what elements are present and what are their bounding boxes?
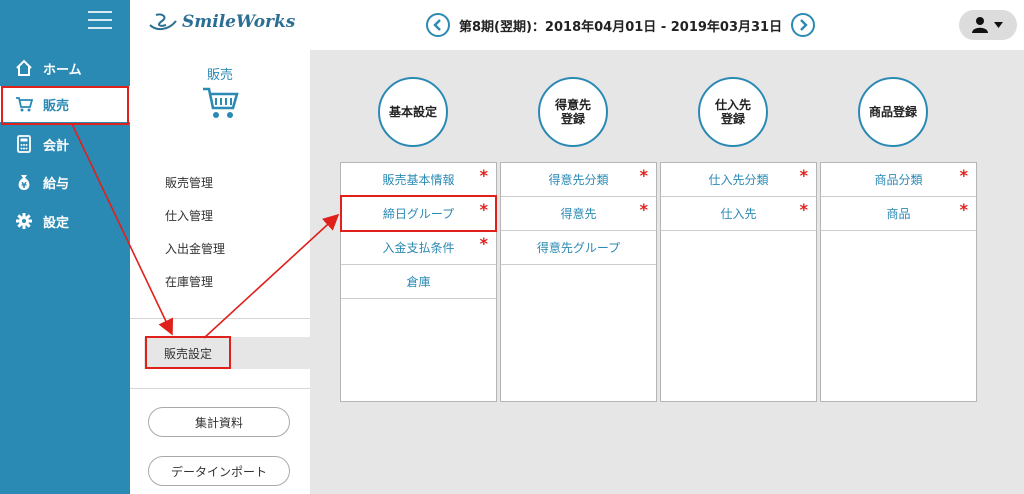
nav-item-label: ホーム bbox=[43, 62, 82, 78]
cart-icon bbox=[202, 86, 240, 124]
row-customer[interactable]: 得意先 * bbox=[501, 197, 656, 231]
nav-item-payroll[interactable]: ¥ 給与 bbox=[0, 164, 130, 200]
supplier-registration-column: 仕入先分類 * 仕入先 * bbox=[660, 162, 817, 402]
row-label: 商品 bbox=[886, 207, 911, 221]
nav-item-accounting[interactable]: 会計 bbox=[0, 126, 130, 162]
submenu-item-sales-management[interactable]: 販売管理 bbox=[165, 174, 213, 191]
customer-registration-column: 得意先分類 * 得意先 * 得意先グループ bbox=[500, 162, 657, 402]
nav-item-label: 設定 bbox=[43, 215, 70, 231]
left-navigation: ホーム 販売 会計 ¥ 給与 設定 bbox=[0, 0, 130, 494]
row-closing-date-group[interactable]: 締日グループ * bbox=[341, 197, 496, 231]
divider bbox=[130, 388, 310, 389]
next-period-button[interactable] bbox=[791, 13, 816, 37]
chevron-left-icon bbox=[433, 19, 441, 31]
required-mark: * bbox=[479, 200, 488, 219]
row-label: 販売基本情報 bbox=[382, 173, 455, 187]
row-label: 得意先 bbox=[560, 207, 597, 221]
calculator-icon bbox=[14, 134, 34, 154]
required-mark: * bbox=[799, 166, 808, 185]
row-label: 商品分類 bbox=[874, 173, 923, 187]
cart-icon bbox=[14, 94, 34, 114]
smileworks-logo[interactable]: SmileWorks bbox=[148, 11, 295, 33]
required-mark: * bbox=[479, 166, 488, 185]
row-product[interactable]: 商品 * bbox=[821, 197, 976, 231]
home-icon bbox=[14, 58, 34, 78]
category-customer-registration: 得意先 登録 bbox=[538, 77, 608, 147]
fiscal-period-selector: 第8期(翌期)：2018年04月01日 - 2019年03月31日 bbox=[426, 13, 816, 37]
user-menu-button[interactable] bbox=[959, 10, 1017, 40]
basic-settings-column: 販売基本情報 * 締日グループ * 入金支払条件 * 倉庫 bbox=[340, 162, 497, 402]
row-supplier[interactable]: 仕入先 * bbox=[661, 197, 816, 231]
row-supplier-category[interactable]: 仕入先分類 * bbox=[661, 163, 816, 197]
nav-item-label: 給与 bbox=[43, 176, 70, 192]
previous-period-button[interactable] bbox=[426, 13, 450, 37]
top-bar: SmileWorks 第8期(翌期)：2018年04月01日 - 2019年03… bbox=[130, 0, 1024, 50]
settings-main-area: 基本設定 販売基本情報 * 締日グループ * 入金支払条件 * 倉庫 得意先 登… bbox=[310, 50, 1024, 494]
svg-text:¥: ¥ bbox=[21, 181, 27, 190]
row-warehouse[interactable]: 倉庫 bbox=[341, 265, 496, 299]
category-supplier-registration: 仕入先 登録 bbox=[698, 77, 768, 147]
submenu-item-purchase-management[interactable]: 仕入管理 bbox=[165, 207, 213, 224]
row-label: 仕入先分類 bbox=[708, 173, 769, 187]
divider bbox=[130, 318, 310, 319]
submenu-item-cash-management[interactable]: 入出金管理 bbox=[165, 240, 225, 257]
product-registration-column: 商品分類 * 商品 * bbox=[820, 162, 977, 402]
nav-item-label: 販売 bbox=[43, 98, 70, 114]
fiscal-period-text: 第8期(翌期)：2018年04月01日 - 2019年03月31日 bbox=[459, 19, 783, 35]
nav-item-sales[interactable]: 販売 bbox=[0, 86, 130, 122]
nav-item-label: 会計 bbox=[43, 138, 70, 154]
nav-item-settings[interactable]: 設定 bbox=[0, 203, 130, 239]
category-title: 基本設定 bbox=[388, 105, 437, 119]
smileworks-logo-icon bbox=[149, 13, 177, 31]
required-mark: * bbox=[959, 200, 968, 219]
row-label: 締日グループ bbox=[382, 207, 455, 221]
row-sales-basic-info[interactable]: 販売基本情報 * bbox=[341, 163, 496, 197]
hamburger-menu-icon[interactable] bbox=[88, 11, 112, 31]
category-title: 商品登録 bbox=[868, 105, 917, 119]
money-bag-icon: ¥ bbox=[14, 172, 34, 192]
sales-submenu-panel: 販売 販売管理 仕入管理 入出金管理 在庫管理 販売設定 集計資料 データインポ… bbox=[130, 50, 310, 494]
required-mark: * bbox=[799, 200, 808, 219]
data-import-button[interactable]: データインポート bbox=[148, 456, 290, 486]
category-product-registration: 商品登録 bbox=[858, 77, 928, 147]
required-mark: * bbox=[639, 200, 648, 219]
row-customer-category[interactable]: 得意先分類 * bbox=[501, 163, 656, 197]
chevron-right-icon bbox=[800, 19, 808, 31]
row-product-category[interactable]: 商品分類 * bbox=[821, 163, 976, 197]
app-root: ホーム 販売 会計 ¥ 給与 設定 SmileWorks 第8期(翌期)：201… bbox=[0, 0, 1024, 494]
row-label: 仕入先 bbox=[720, 207, 757, 221]
row-label: 入金支払条件 bbox=[382, 241, 455, 255]
required-mark: * bbox=[959, 166, 968, 185]
row-payment-terms[interactable]: 入金支払条件 * bbox=[341, 231, 496, 265]
row-label: 得意先分類 bbox=[548, 173, 609, 187]
user-icon bbox=[972, 17, 1003, 33]
category-title: 仕入先 登録 bbox=[714, 98, 751, 126]
submenu-item-inventory-management[interactable]: 在庫管理 bbox=[165, 273, 213, 290]
required-mark: * bbox=[639, 166, 648, 185]
category-title: 得意先 登録 bbox=[554, 98, 591, 126]
gear-icon bbox=[14, 211, 34, 231]
logo-text: SmileWorks bbox=[182, 12, 296, 32]
row-label: 得意先グループ bbox=[536, 241, 621, 255]
submenu-title: 販売 bbox=[206, 68, 233, 83]
summary-report-button[interactable]: 集計資料 bbox=[148, 407, 290, 437]
required-mark: * bbox=[479, 234, 488, 253]
category-basic-settings: 基本設定 bbox=[378, 77, 448, 147]
submenu-item-sales-settings[interactable]: 販売設定 bbox=[144, 337, 310, 369]
row-label: 倉庫 bbox=[406, 275, 431, 289]
nav-item-home[interactable]: ホーム bbox=[0, 50, 130, 86]
row-customer-group[interactable]: 得意先グループ bbox=[501, 231, 656, 265]
